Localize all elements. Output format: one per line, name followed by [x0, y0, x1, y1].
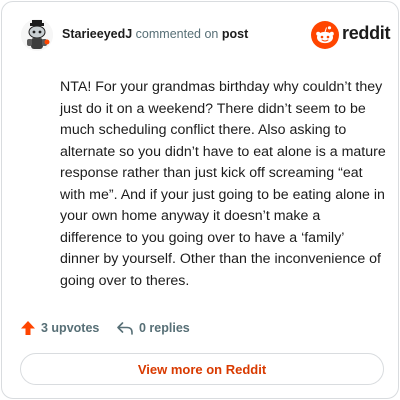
view-more-button[interactable]: View more on Reddit [20, 353, 384, 385]
post-link[interactable]: post [222, 27, 248, 41]
comment-body: NTA! For your grandmas birthday why coul… [60, 79, 386, 289]
byline: StarieeyedJ commented on post [62, 27, 248, 41]
reddit-logo[interactable]: reddit [311, 19, 391, 51]
reply-icon [117, 322, 133, 335]
reddit-wordmark: reddit [342, 23, 391, 43]
author-name[interactable]: StarieeyedJ [62, 27, 132, 41]
comment-embed-card: StarieeyedJ commented on post reddit NTA… [1, 1, 399, 399]
reddit-logo-icon [311, 21, 339, 49]
snoo-avatar-icon [21, 19, 53, 51]
reply-button[interactable]: 0 replies [116, 318, 190, 338]
reply-count: 0 replies [139, 321, 190, 335]
avatar[interactable] [21, 19, 53, 51]
upvote-arrow-icon [21, 321, 35, 335]
upvote-count: 3 upvotes [41, 321, 100, 335]
comment-header: StarieeyedJ commented on post reddit [21, 19, 391, 53]
action-text: commented on [135, 27, 219, 41]
upvote-button[interactable]: 3 upvotes [20, 318, 99, 338]
comment-actions: 3 upvotes 0 replies [20, 318, 320, 338]
